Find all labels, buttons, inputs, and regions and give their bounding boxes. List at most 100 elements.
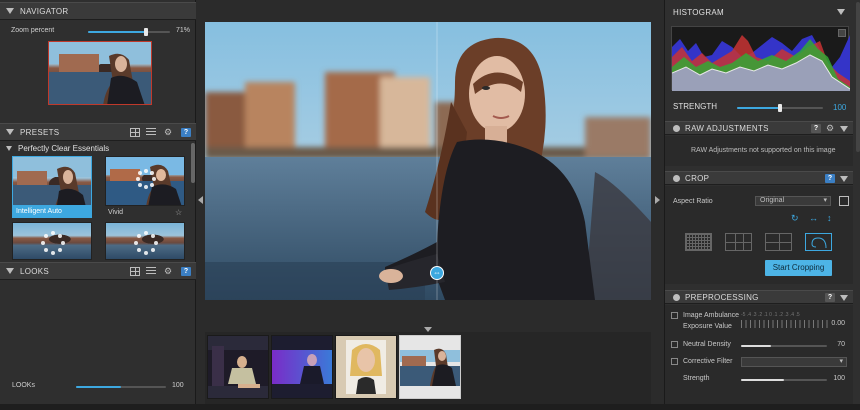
raw-message: RAW Adjustments not supported on this im… bbox=[691, 147, 836, 154]
help-icon[interactable]: ? bbox=[181, 267, 191, 276]
flip-horizontal-icon[interactable]: ↔ bbox=[809, 213, 818, 223]
neutral-density-value: 70 bbox=[837, 341, 845, 348]
grid-overlay-fine-icon[interactable] bbox=[685, 233, 712, 251]
status-strip bbox=[0, 404, 860, 410]
preset-vivid[interactable] bbox=[105, 156, 185, 206]
help-icon[interactable]: ? bbox=[825, 174, 835, 183]
neutral-density-checkbox[interactable] bbox=[671, 341, 678, 348]
gear-icon[interactable]: ⚙ bbox=[825, 124, 835, 133]
group-collapse-icon[interactable] bbox=[6, 146, 12, 151]
histogram-curves bbox=[671, 35, 851, 91]
preset-thumb[interactable] bbox=[12, 222, 92, 260]
looks-title: LOOKS bbox=[20, 267, 50, 276]
image-ambulance-checkbox[interactable] bbox=[671, 312, 678, 319]
exposure-scale: -5 .4 .3 .2 .1 0 .1 .2 .3 .4 .5 bbox=[741, 312, 800, 318]
filmstrip-thumb[interactable] bbox=[335, 335, 397, 399]
neutral-density-slider[interactable] bbox=[741, 345, 827, 347]
enable-dot-icon[interactable] bbox=[673, 294, 680, 301]
main-image-canvas[interactable]: ⇔ bbox=[205, 22, 651, 300]
collapse-triangle-icon[interactable] bbox=[840, 295, 848, 301]
zoom-slider[interactable] bbox=[88, 28, 170, 36]
collapse-triangle-icon[interactable] bbox=[6, 129, 14, 135]
aspect-ratio-label: Aspect Ratio bbox=[673, 198, 713, 205]
grid-view-icon[interactable] bbox=[130, 267, 140, 276]
looks-slider-fill bbox=[76, 386, 121, 388]
gear-icon[interactable]: ⚙ bbox=[163, 128, 173, 137]
preset-thumb[interactable] bbox=[105, 222, 185, 260]
collapse-right-panel-icon[interactable] bbox=[655, 196, 660, 204]
exposure-ruler[interactable] bbox=[741, 320, 831, 328]
navigator-header[interactable]: NAVIGATOR bbox=[0, 2, 196, 20]
corrective-filter-checkbox[interactable] bbox=[671, 358, 678, 365]
before-after-photo bbox=[205, 22, 651, 300]
film-image bbox=[272, 336, 332, 398]
filter-strength-value: 100 bbox=[833, 375, 845, 382]
spiral-icon bbox=[811, 237, 827, 249]
loading-spinner-icon bbox=[134, 231, 158, 255]
preprocessing-body: Image Ambulance Exposure Value -5 .4 .3 … bbox=[665, 305, 853, 410]
star-icon[interactable]: ☆ bbox=[175, 208, 182, 217]
preprocessing-title: PREPROCESSING bbox=[685, 293, 759, 302]
grid-overlay-golden-icon[interactable] bbox=[805, 233, 832, 251]
collapse-triangle-icon[interactable] bbox=[840, 126, 848, 132]
filmstrip bbox=[205, 332, 651, 404]
collapse-triangle-icon[interactable] bbox=[6, 8, 14, 14]
crop-tool-icon[interactable] bbox=[839, 196, 849, 206]
grid-overlay-quarters-icon[interactable] bbox=[765, 233, 792, 251]
list-view-icon[interactable] bbox=[146, 267, 156, 276]
aspect-ratio-select[interactable]: Original ▾ bbox=[755, 196, 831, 206]
gear-icon[interactable]: ⚙ bbox=[163, 267, 173, 276]
clipping-indicator-icon[interactable] bbox=[838, 29, 846, 37]
filmstrip-thumb-selected[interactable] bbox=[399, 335, 461, 399]
filter-strength-slider[interactable] bbox=[741, 379, 827, 381]
zoom-label: Zoom percent bbox=[11, 27, 55, 34]
strength-slider[interactable] bbox=[737, 104, 823, 112]
flip-vertical-icon[interactable]: ↕ bbox=[827, 213, 832, 223]
image-ambulance-label: Image Ambulance bbox=[683, 312, 740, 319]
strength-slider-knob[interactable] bbox=[778, 104, 782, 112]
rotate-icon[interactable]: ↻ bbox=[791, 213, 799, 224]
preset-image bbox=[106, 157, 184, 205]
histogram-graph bbox=[671, 26, 851, 91]
film-image bbox=[336, 336, 396, 398]
enable-dot-icon[interactable] bbox=[673, 175, 680, 182]
preset-intelligent-auto[interactable]: Intelligent Auto bbox=[12, 156, 92, 218]
start-cropping-button[interactable]: Start Cropping bbox=[765, 260, 832, 276]
collapse-triangle-icon[interactable] bbox=[6, 268, 14, 274]
help-icon[interactable]: ? bbox=[181, 128, 191, 137]
grid-view-icon[interactable] bbox=[130, 128, 140, 137]
navigator-title: NAVIGATOR bbox=[20, 7, 69, 16]
navigator-preview[interactable] bbox=[48, 41, 152, 105]
looks-header[interactable]: LOOKS ⚙ ? bbox=[0, 262, 196, 280]
loading-spinner-icon bbox=[41, 231, 65, 255]
collapse-triangle-icon[interactable] bbox=[840, 176, 848, 182]
preset-label: Vivid bbox=[108, 209, 124, 216]
exposure-value: 0.00 bbox=[831, 320, 845, 327]
dropdown-arrow-icon: ▾ bbox=[839, 358, 843, 365]
corrective-filter-label: Corrective Filter bbox=[683, 358, 733, 365]
filmstrip-thumb[interactable] bbox=[207, 335, 269, 399]
right-panel-scrollbar[interactable] bbox=[856, 2, 860, 152]
collapse-triangle-icon[interactable] bbox=[837, 9, 845, 15]
corrective-filter-select[interactable]: ▾ bbox=[741, 357, 847, 367]
looks-slider-value: 100 bbox=[172, 382, 184, 389]
right-panel: HISTOGRAM STRENGTH 100 RAW ADJUSTMENTS ?… bbox=[664, 0, 860, 410]
collapse-left-panel-icon[interactable] bbox=[198, 196, 203, 204]
grid-overlay-thirds-icon[interactable] bbox=[725, 233, 752, 251]
presets-header[interactable]: PRESETS ⚙ ? bbox=[0, 123, 196, 141]
list-view-icon[interactable] bbox=[146, 128, 156, 137]
navigator-preview-image bbox=[49, 42, 151, 104]
raw-adjustments-header[interactable]: RAW ADJUSTMENTS ? ⚙ bbox=[665, 121, 853, 135]
enable-dot-icon[interactable] bbox=[673, 125, 680, 132]
raw-adjustments-body: RAW Adjustments not supported on this im… bbox=[665, 136, 853, 166]
filmstrip-thumb[interactable] bbox=[271, 335, 333, 399]
help-icon[interactable]: ? bbox=[811, 124, 821, 133]
crop-header[interactable]: CROP ? bbox=[665, 171, 853, 185]
preprocessing-header[interactable]: PREPROCESSING ? bbox=[665, 290, 853, 304]
presets-scrollbar[interactable] bbox=[191, 143, 195, 183]
looks-slider[interactable] bbox=[76, 386, 166, 388]
zoom-slider-knob[interactable] bbox=[144, 28, 149, 36]
preset-group-label: Perfectly Clear Essentials bbox=[18, 144, 110, 153]
help-icon[interactable]: ? bbox=[825, 293, 835, 302]
split-handle-icon[interactable]: ⇔ bbox=[430, 266, 444, 280]
